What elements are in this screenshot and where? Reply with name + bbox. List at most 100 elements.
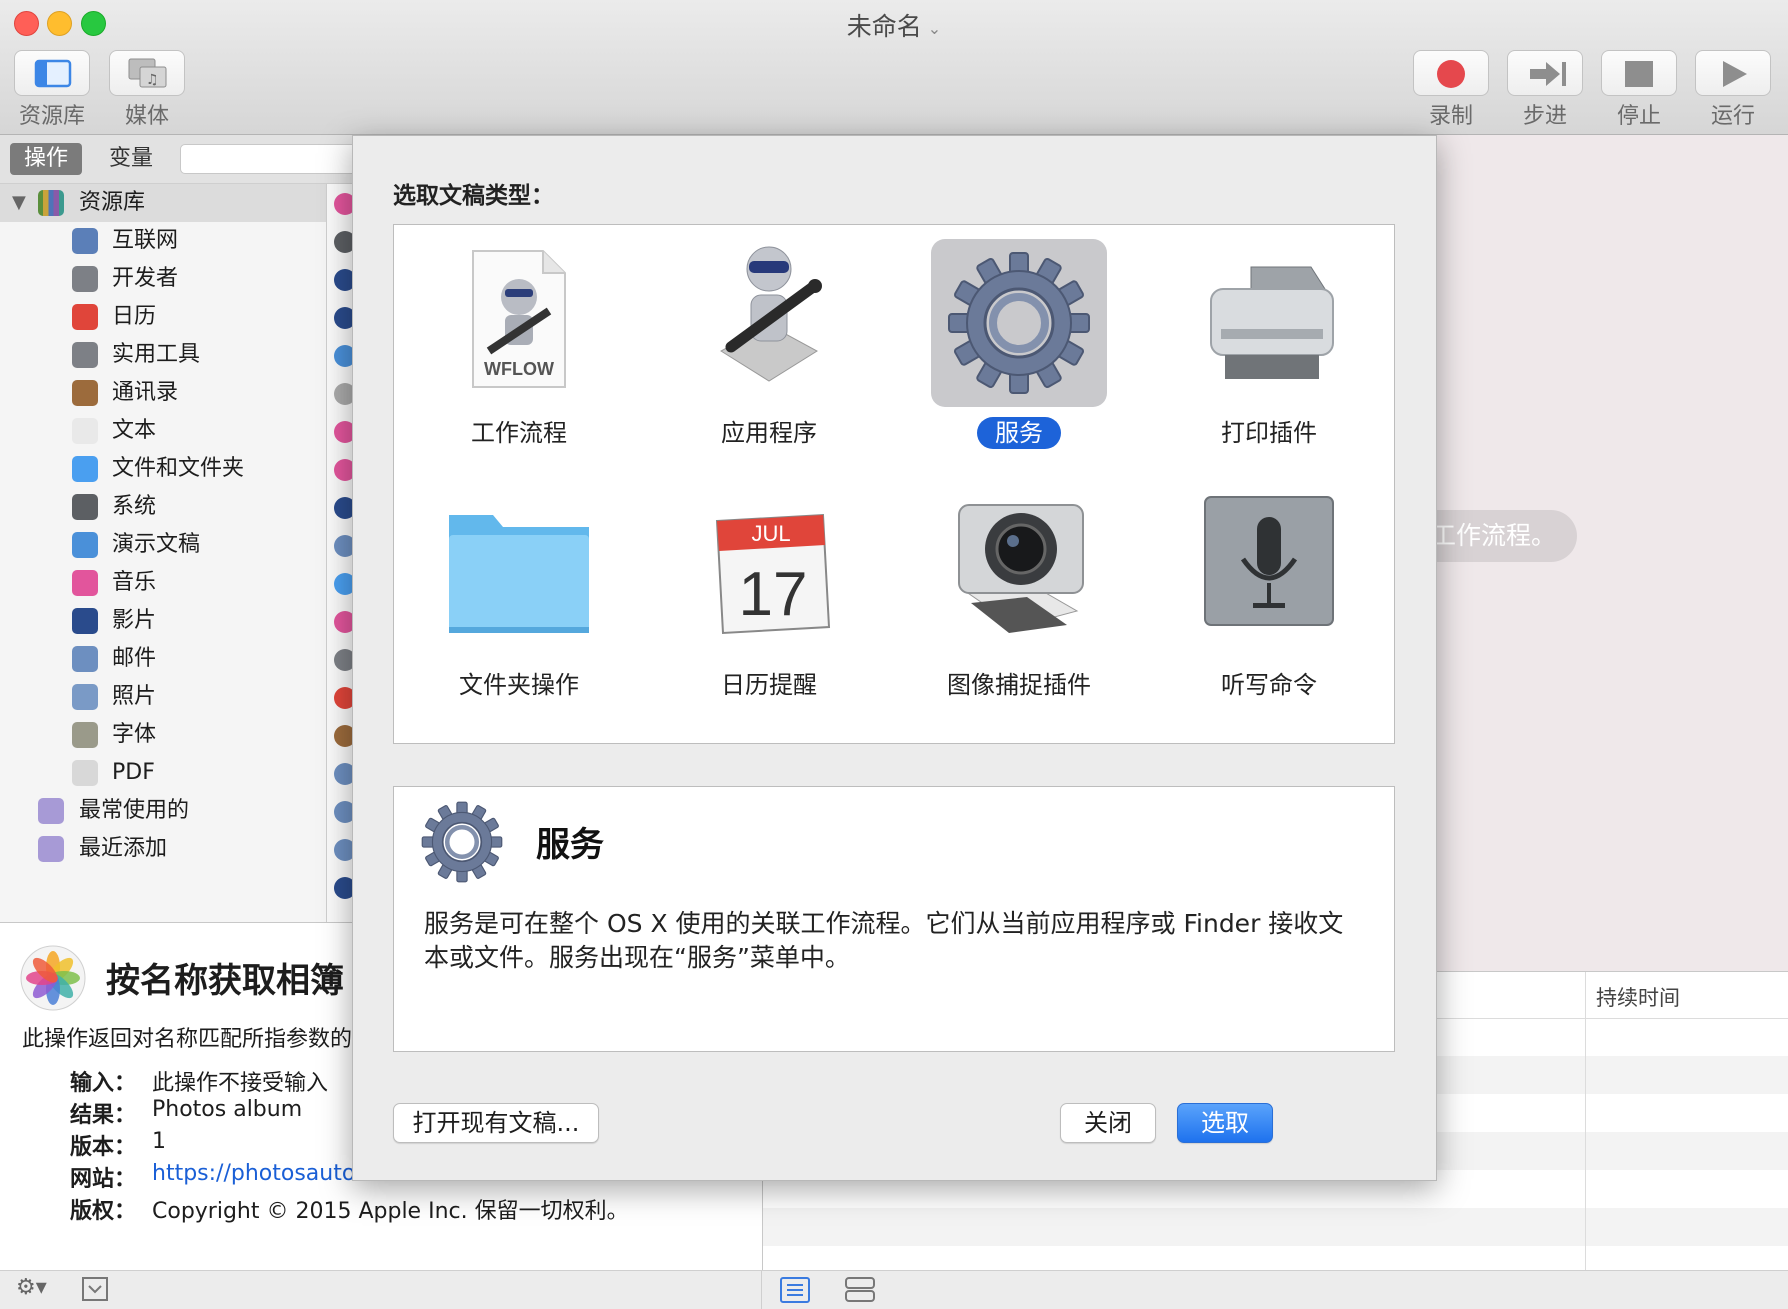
record-label: 录制 (1428, 104, 1473, 129)
type-image-capture-plugin[interactable]: 图像捕捉插件 (894, 485, 1144, 735)
library-root-row[interactable]: ▼ 资源库 (0, 184, 326, 222)
action-summary: 此操作返回对名称匹配所指参数的 (22, 1027, 353, 1052)
open-existing-button[interactable]: 打开现有文稿... (393, 1103, 599, 1143)
window-title[interactable]: 未命名 ⌄ (0, 7, 1788, 43)
gear-menu-icon[interactable]: ⚙︎▾ (16, 1275, 47, 1300)
step-button[interactable] (1507, 50, 1583, 96)
disclosure-triangle-icon[interactable]: ▼ (12, 184, 26, 222)
microphone-icon (1204, 496, 1334, 626)
type-workflow[interactable]: WFLOW 工作流程 (394, 233, 644, 483)
library-item[interactable]: 照片 (0, 678, 326, 716)
type-print-plugin[interactable]: 打印插件 (1144, 233, 1394, 483)
music-icon (72, 570, 98, 596)
action-icon (334, 459, 356, 481)
svg-text:WFLOW: WFLOW (484, 359, 554, 379)
library-item[interactable]: 日历 (0, 298, 326, 336)
media-button[interactable]: ♫ (109, 50, 185, 96)
smart-folder-icon (38, 836, 64, 862)
library-item[interactable]: 通讯录 (0, 374, 326, 412)
type-application[interactable]: 应用程序 (644, 233, 894, 483)
workflow-file-icon: WFLOW (472, 250, 566, 388)
library-item[interactable]: 文件和文件夹 (0, 450, 326, 488)
svg-text:♫: ♫ (146, 72, 159, 88)
stop-button[interactable] (1601, 50, 1677, 96)
library-item[interactable]: 演示文稿 (0, 526, 326, 564)
action-icon (334, 801, 356, 823)
tab-variables[interactable]: 变量 (92, 143, 170, 175)
window-toolbar: 未命名 ⌄ 资源库 ♫ 媒体 录制 步进 停止 运行 (0, 0, 1788, 135)
globe-icon (72, 228, 98, 254)
quicktime-icon (72, 608, 98, 634)
actions-list[interactable] (327, 184, 356, 922)
log-row (763, 1208, 1788, 1246)
finder-icon (72, 456, 98, 482)
smart-group-item[interactable]: 最近添加 (0, 830, 326, 868)
type-folder-action[interactable]: 文件夹操作 (394, 485, 644, 735)
library-item[interactable]: 互联网 (0, 222, 326, 260)
close-button[interactable]: 关闭 (1060, 1103, 1156, 1143)
choose-button[interactable]: 选取 (1177, 1103, 1273, 1143)
type-calendar-alarm[interactable]: JUL 17 日历提醒 (644, 485, 894, 735)
website-key: 网站： (70, 1167, 137, 1192)
website-link[interactable]: https://photosautor (152, 1161, 364, 1186)
document-type-grid: WFLOW 工作流程 应用程序 服务 打印插件 文件夹操作 JUL 17 日历提… (393, 224, 1395, 744)
keynote-icon (72, 532, 98, 558)
document-type-description: 服务 服务是可在整个 OS X 使用的关联工作流程。它们从当前应用程序或 Fin… (393, 786, 1395, 1052)
column-divider (1585, 972, 1586, 1270)
action-icon (334, 535, 356, 557)
photos-icon (72, 684, 98, 710)
description-text: 服务是可在整个 OS X 使用的关联工作流程。它们从当前应用程序或 Finder… (424, 909, 1344, 972)
document-type-sheet: 选取文稿类型： WFLOW 工作流程 应用程序 服务 打印插件 文件夹操作 JU… (352, 135, 1437, 1181)
record-button[interactable] (1413, 50, 1489, 96)
type-dictation-command[interactable]: 听写命令 (1144, 485, 1394, 735)
result-key: 结果： (70, 1103, 137, 1128)
library-label: 资源库 (18, 104, 85, 129)
input-value: 此操作不接受输入 (152, 1071, 329, 1096)
action-icon (334, 269, 356, 291)
library-item[interactable]: 邮件 (0, 640, 326, 678)
library-item[interactable]: 音乐 (0, 564, 326, 602)
action-icon (334, 193, 356, 215)
library-item[interactable]: 字体 (0, 716, 326, 754)
calendar-icon (72, 304, 98, 330)
action-icon (334, 611, 356, 633)
tools-icon (72, 342, 98, 368)
sheet-heading: 选取文稿类型： (393, 183, 554, 209)
tab-actions[interactable]: 操作 (10, 143, 82, 175)
library-item[interactable]: 系统 (0, 488, 326, 526)
gear-icon (948, 252, 1090, 394)
action-icon (334, 421, 356, 443)
run-button[interactable] (1695, 50, 1771, 96)
library-item[interactable]: 开发者 (0, 260, 326, 298)
smart-group-item[interactable]: 最常使用的 (0, 792, 326, 830)
font-icon (72, 722, 98, 748)
version-key: 版本： (70, 1135, 137, 1160)
copyright-key: 版权： (70, 1199, 137, 1224)
action-icon (334, 877, 356, 899)
action-icon (334, 687, 356, 709)
duration-column-header[interactable]: 持续时间 (1596, 982, 1680, 1012)
type-service[interactable]: 服务 (894, 233, 1144, 483)
contacts-icon (72, 380, 98, 406)
action-icon (334, 763, 356, 785)
action-icon (334, 649, 356, 671)
search-input[interactable] (180, 144, 360, 174)
photos-app-icon (20, 945, 86, 1011)
library-item[interactable]: 文本 (0, 412, 326, 450)
media-label: 媒体 (124, 104, 169, 129)
library-item[interactable]: 实用工具 (0, 336, 326, 374)
automator-robot-icon (720, 246, 822, 382)
library-item[interactable]: PDF (0, 754, 326, 792)
svg-text:JUL: JUL (751, 521, 790, 546)
input-key: 输入： (70, 1071, 137, 1096)
description-toggle-icon[interactable] (82, 1277, 108, 1301)
bottom-bar: ⚙︎▾ (0, 1270, 1788, 1309)
list-view-icon[interactable] (780, 1277, 810, 1303)
stop-icon (1625, 61, 1653, 87)
svg-text:17: 17 (739, 560, 808, 629)
library-toggle-button[interactable] (14, 50, 90, 96)
action-icon (334, 839, 356, 861)
gear-icon (421, 801, 503, 883)
split-view-icon[interactable] (845, 1277, 875, 1303)
library-item[interactable]: 影片 (0, 602, 326, 640)
